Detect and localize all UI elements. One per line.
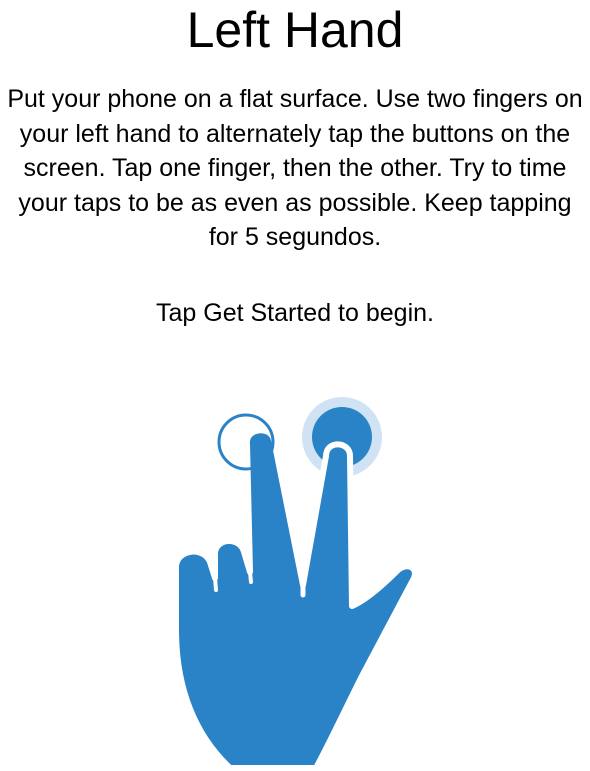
tapping-instruction-screen: Left Hand Put your phone on a flat surfa… [0,0,590,771]
two-finger-tap-hand-icon [173,397,418,771]
instructions-text: Put your phone on a flat surface. Use tw… [7,85,583,251]
page-title: Left Hand [186,2,404,58]
hand-icon [173,427,418,771]
finger-gap-icon [213,576,218,592]
get-started-prompt: Tap Get Started to begin. [156,299,434,327]
finger-gap-icon [248,570,253,584]
